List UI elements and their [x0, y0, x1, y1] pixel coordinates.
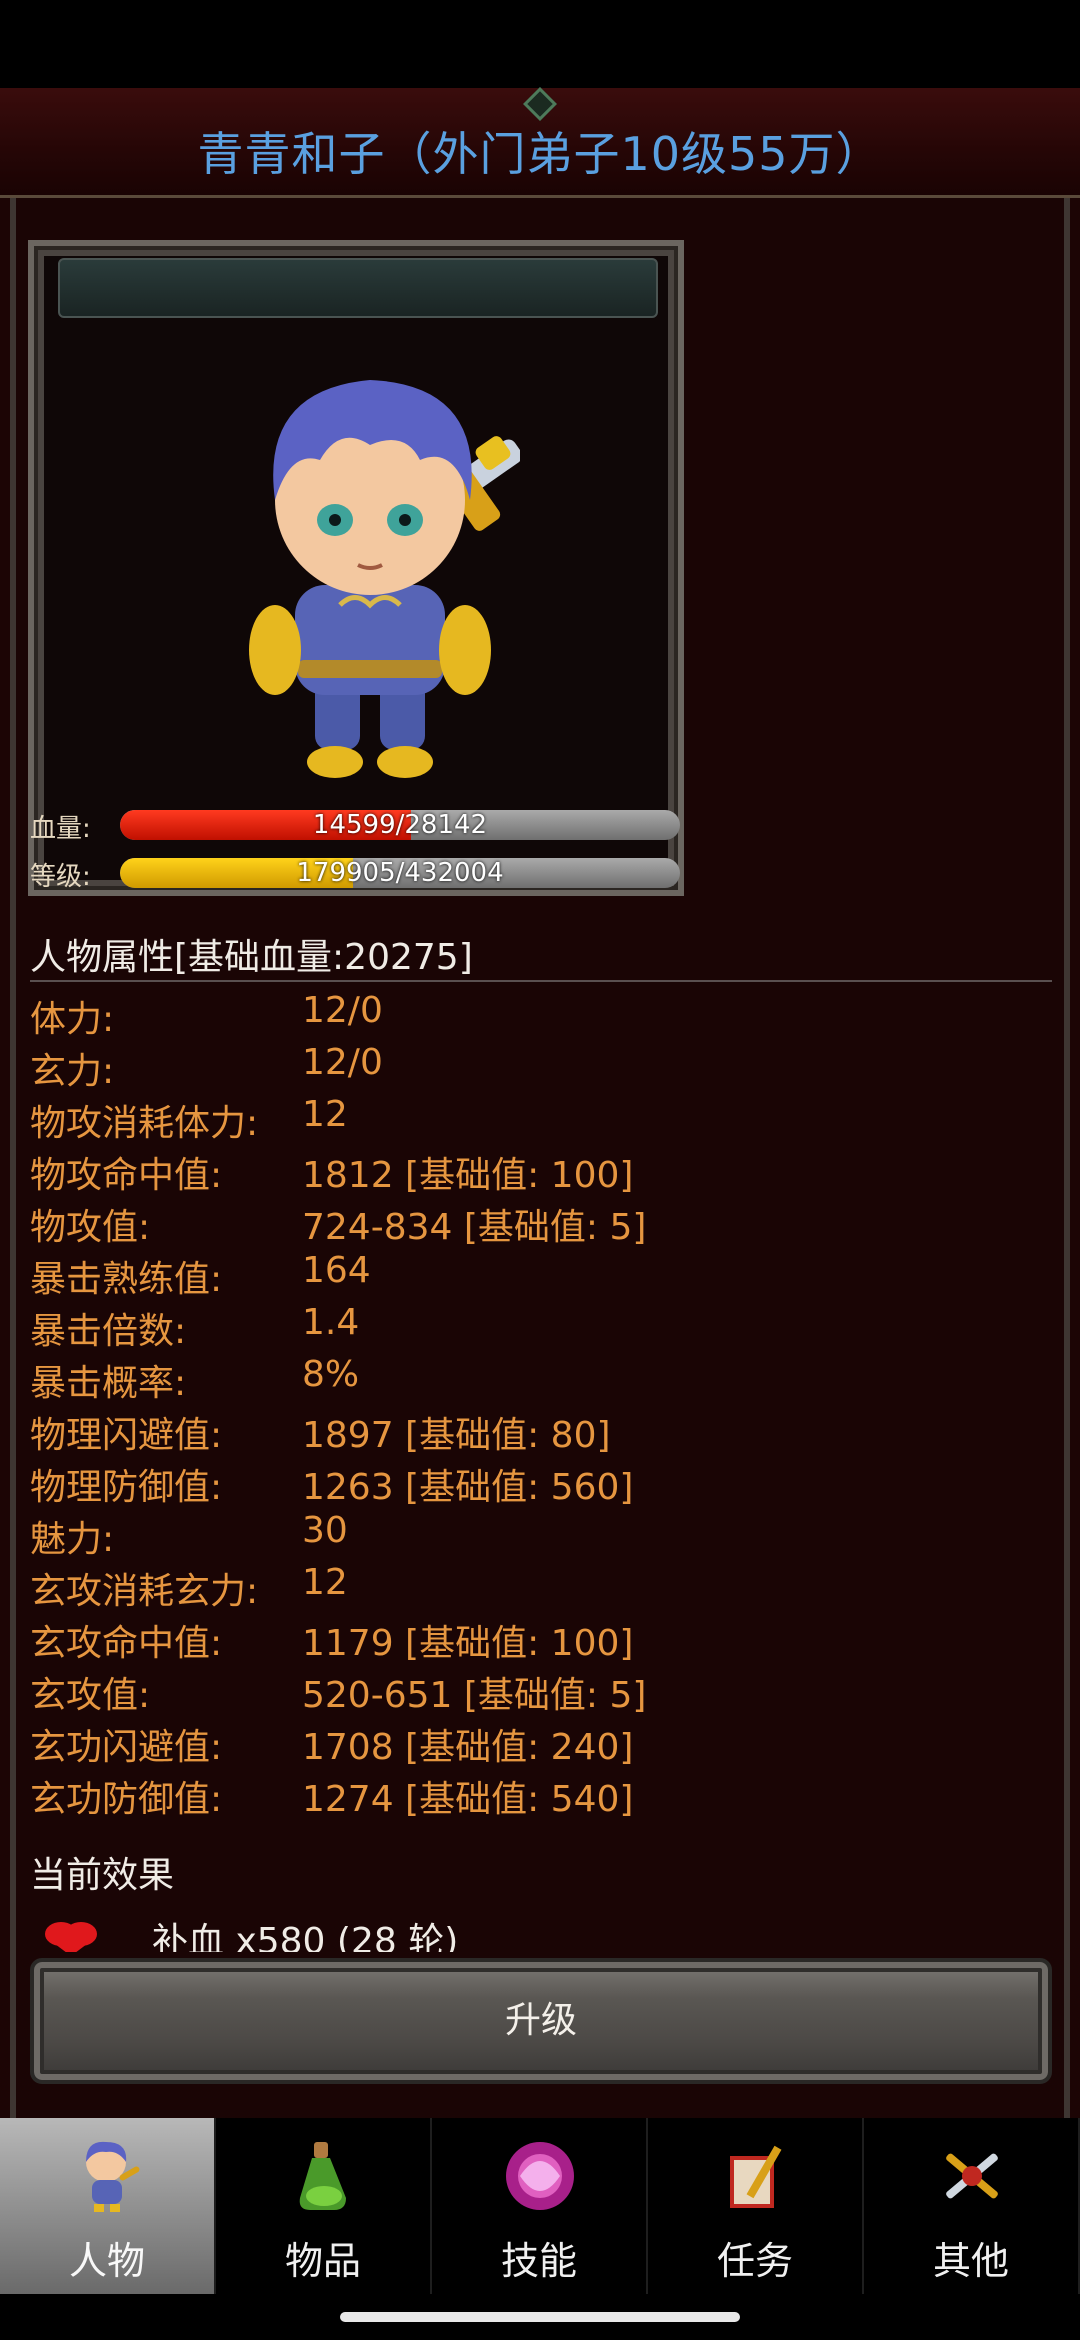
attribute-value: 1263 [基础值: 560]: [302, 1467, 634, 1508]
tab-quests[interactable]: 任务: [648, 2118, 864, 2294]
tab-label: 物品: [284, 2239, 361, 2283]
attribute-value: 12/0: [302, 990, 383, 1031]
quest-icon: [730, 2145, 782, 2208]
attribute-value: 12: [302, 1562, 348, 1603]
attribute-label: 暴击熟练值:: [30, 1259, 223, 1300]
tab-character[interactable]: 人物: [0, 2118, 216, 2294]
attribute-label: 暴击概率:: [30, 1363, 187, 1404]
attribute-value: 520-651 [基础值: 5]: [302, 1675, 647, 1716]
attribute-label: 魅力:: [30, 1519, 115, 1560]
attribute-value: 1274 [基础值: 540]: [302, 1779, 634, 1820]
attribute-label: 物理闪避值:: [30, 1415, 223, 1456]
attribute-value: 1.4: [302, 1302, 360, 1343]
skill-orb-icon: [506, 2142, 574, 2210]
attribute-value: 1897 [基础值: 80]: [302, 1415, 611, 1456]
attribute-value: 1812 [基础值: 100]: [302, 1155, 634, 1196]
tab-label: 技能: [500, 2239, 577, 2283]
attribute-value: 1179 [基础值: 100]: [302, 1623, 634, 1664]
home-indicator[interactable]: [340, 2312, 740, 2322]
portrait-header-plate: [58, 258, 658, 318]
attribute-value: 30: [302, 1510, 348, 1551]
upgrade-button-label: 升级: [504, 2000, 577, 2041]
divider: [30, 980, 1052, 982]
attribute-value: 164: [302, 1250, 371, 1291]
heart-icon: [45, 1922, 97, 1952]
level-label: 等级:: [30, 862, 91, 892]
frame-border-right: [1064, 198, 1070, 2118]
tab-items[interactable]: 物品: [216, 2118, 432, 2294]
character-icon: [86, 2141, 140, 2212]
hp-label: 血量:: [30, 814, 91, 844]
attribute-label: 玄功闪避值:: [30, 1727, 223, 1768]
effects-title: 当前效果: [30, 1855, 175, 1896]
level-value: 179905/432004: [296, 858, 504, 888]
attribute-label: 体力:: [30, 999, 115, 1040]
attribute-label: 玄攻命中值:: [30, 1623, 223, 1664]
hp-bar: 14599/28142: [120, 810, 680, 840]
status-bar: [0, 0, 1080, 88]
attribute-label: 物攻命中值:: [30, 1155, 223, 1196]
attribute-label: 物攻值:: [30, 1207, 151, 1248]
attribute-label: 玄攻消耗玄力:: [30, 1571, 259, 1612]
character-avatar-icon: [249, 380, 520, 778]
tab-label: 任务: [716, 2239, 793, 2283]
attribute-label: 暴击倍数:: [30, 1311, 187, 1352]
tab-other[interactable]: 其他: [864, 2118, 1080, 2294]
level-bar: 179905/432004: [120, 858, 680, 888]
upgrade-button[interactable]: 升级: [30, 1958, 1052, 2084]
attribute-label: 物理防御值:: [30, 1467, 223, 1508]
attribute-value: 724-834 [基础值: 5]: [302, 1207, 647, 1248]
effect-item: 补血 x580 (28 轮): [30, 1912, 1030, 1952]
swords-icon: [946, 2153, 998, 2199]
page-title: 青青和子（外门弟子10级55万）: [197, 127, 883, 181]
tab-label: 其他: [932, 2239, 1009, 2283]
attribute-label: 玄力:: [30, 1051, 115, 1092]
tab-skills[interactable]: 技能: [432, 2118, 648, 2294]
effect-text: 补血 x580 (28 轮): [152, 1921, 459, 1952]
attribute-value: 12: [302, 1094, 348, 1135]
attributes-title: 人物属性[基础血量:20275]: [30, 937, 473, 978]
attribute-value: 1708 [基础值: 240]: [302, 1727, 634, 1768]
attribute-label: 物攻消耗体力:: [30, 1103, 259, 1144]
attribute-label: 玄功防御值:: [30, 1779, 223, 1820]
attribute-value: 8%: [302, 1354, 360, 1395]
attribute-label: 玄攻值:: [30, 1675, 151, 1716]
hp-value: 14599/28142: [312, 810, 488, 840]
tab-label: 人物: [68, 2239, 145, 2283]
attribute-value: 12/0: [302, 1042, 383, 1083]
potion-icon: [299, 2142, 346, 2210]
